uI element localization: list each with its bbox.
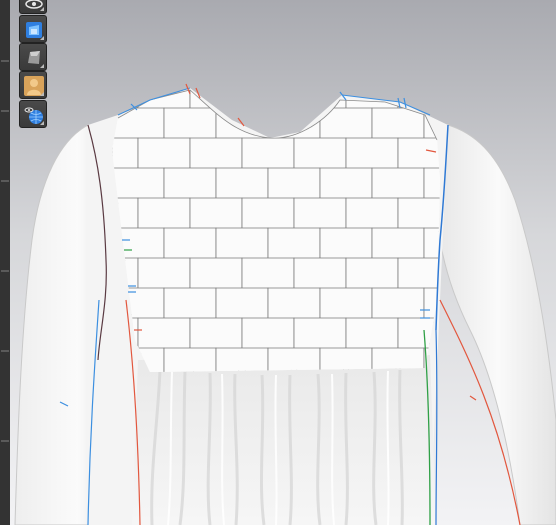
3d-viewport[interactable] bbox=[10, 0, 556, 525]
sidebar-handle[interactable] bbox=[1, 270, 9, 272]
visibility-toggle-button[interactable] bbox=[19, 0, 47, 14]
display-toolbar bbox=[19, 0, 49, 130]
sidebar-handle[interactable] bbox=[1, 180, 9, 182]
sidebar-handle[interactable] bbox=[1, 60, 9, 62]
environment-display-button[interactable] bbox=[19, 100, 47, 128]
sidebar-handle[interactable] bbox=[1, 440, 9, 442]
avatar-display-button[interactable] bbox=[19, 15, 47, 43]
garment-render bbox=[10, 0, 556, 525]
sidebar-handle[interactable] bbox=[1, 350, 9, 352]
avatar-skin-button[interactable] bbox=[19, 71, 47, 99]
sidebar-handle[interactable] bbox=[1, 110, 9, 112]
texture-surface-button[interactable] bbox=[19, 43, 47, 71]
